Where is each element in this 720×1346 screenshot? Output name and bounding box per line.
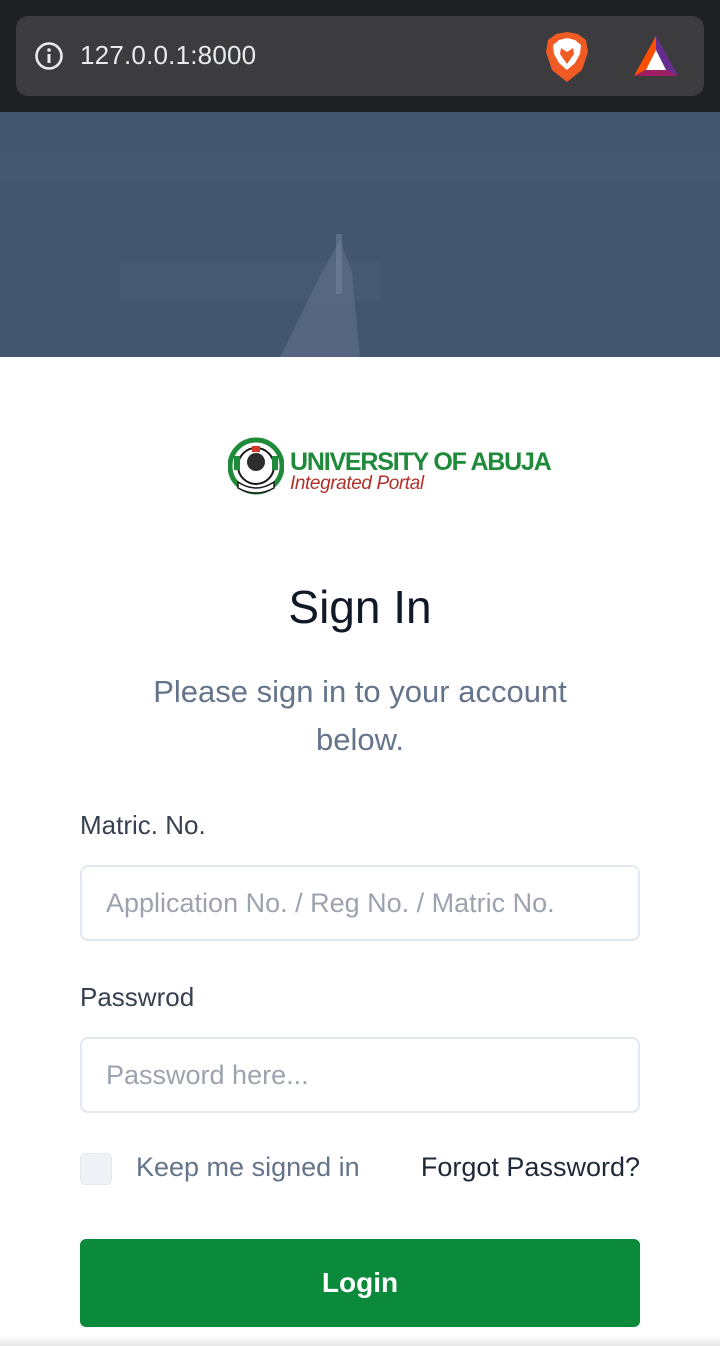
remember-checkbox[interactable] xyxy=(80,1153,112,1185)
forgot-password-link[interactable]: Forgot Password? xyxy=(421,1152,640,1183)
password-label: Passwrod xyxy=(80,982,195,1012)
bat-rewards-icon[interactable] xyxy=(632,34,680,78)
password-input[interactable] xyxy=(80,1037,640,1113)
info-icon[interactable] xyxy=(34,41,64,71)
page-title: Sign In xyxy=(288,581,432,633)
page-subtitle: Please sign in to your account below. xyxy=(153,674,567,757)
logo-subtitle: Integrated Portal xyxy=(290,473,424,494)
matric-input[interactable] xyxy=(80,865,640,941)
url-text[interactable]: 127.0.0.1:8000 xyxy=(80,40,256,71)
bottom-edge xyxy=(0,1336,720,1346)
browser-toolbar: 127.0.0.1:8000 xyxy=(0,0,720,112)
university-logo: UNIVERSITY OF ABUJA Integrated Portal xyxy=(228,436,552,500)
brave-lion-icon[interactable] xyxy=(544,30,590,84)
address-bar[interactable]: 127.0.0.1:8000 xyxy=(16,16,704,96)
remember-label[interactable]: Keep me signed in xyxy=(136,1152,360,1183)
university-seal-icon xyxy=(228,437,284,495)
hero-banner xyxy=(0,112,720,357)
matric-label: Matric. No. xyxy=(80,810,206,840)
login-button[interactable]: Login xyxy=(80,1239,640,1327)
hero-image xyxy=(0,112,720,357)
